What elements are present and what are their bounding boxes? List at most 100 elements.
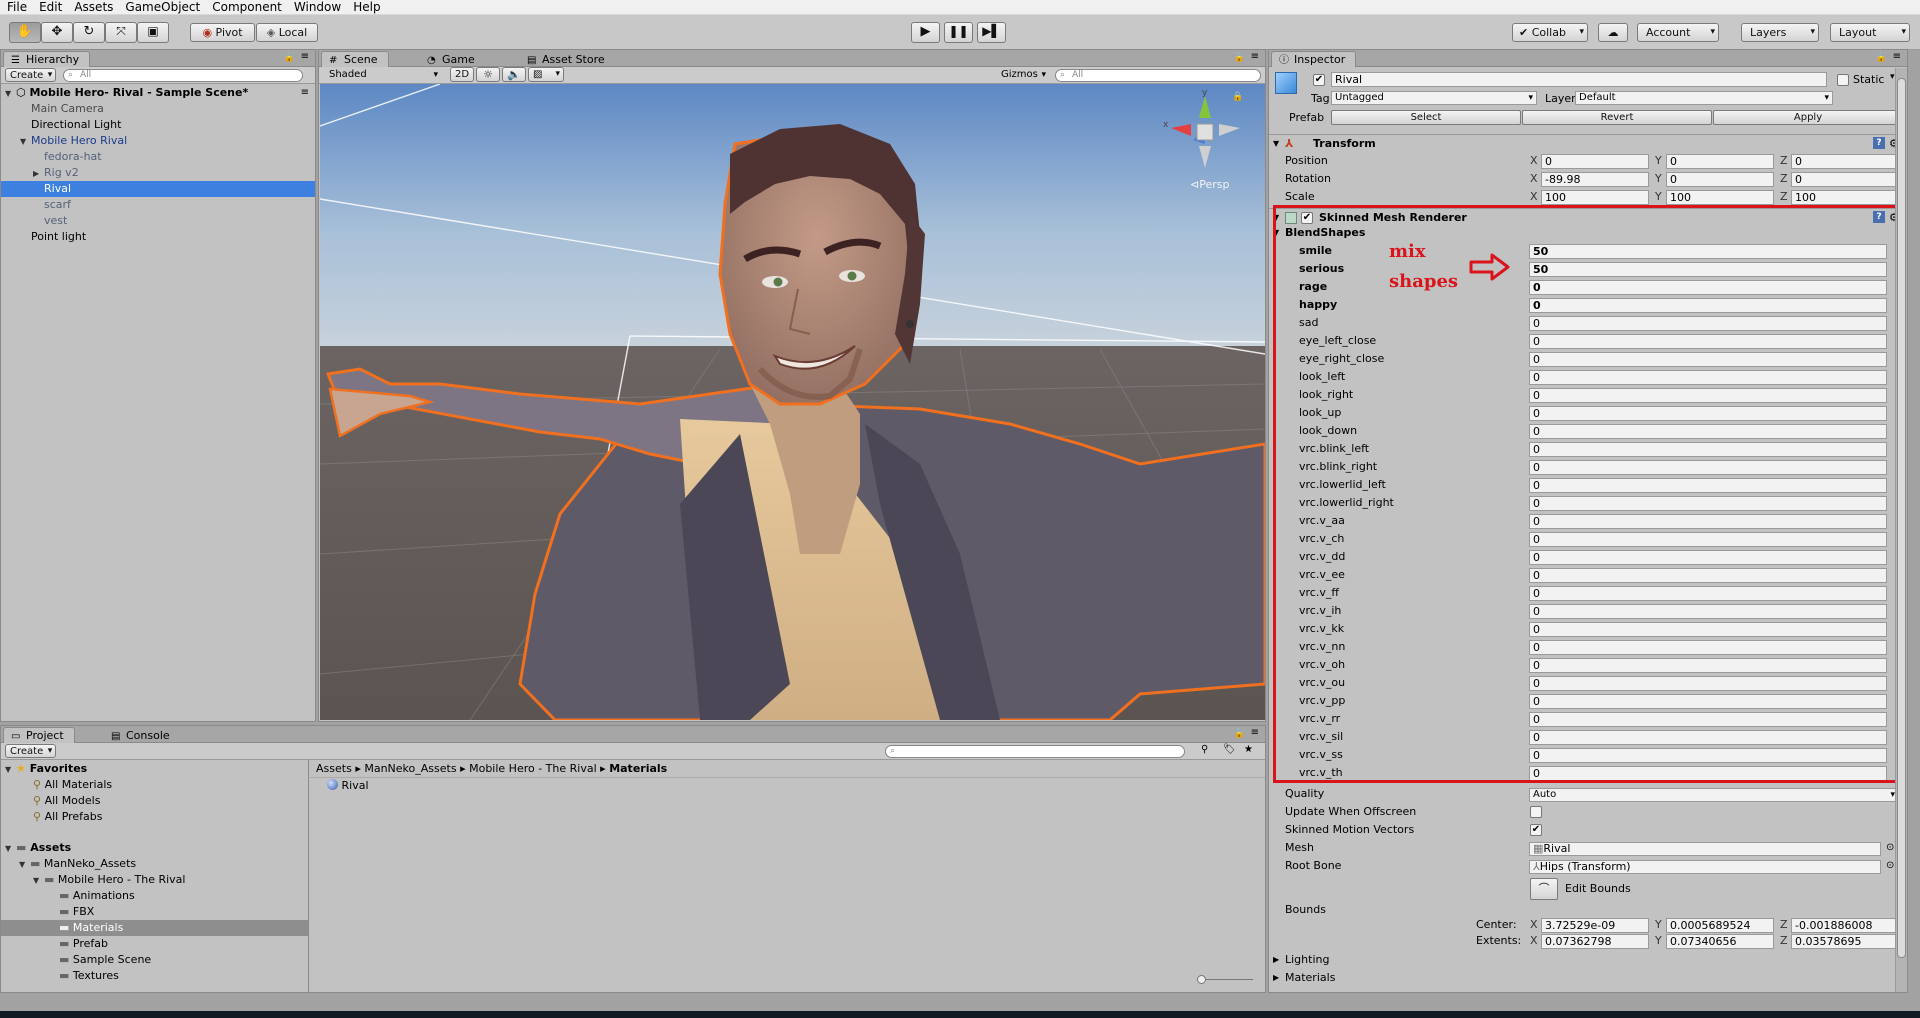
hierarchy-item-scarf[interactable]: scarf (44, 197, 71, 213)
shading-mode-dropdown[interactable]: Shaded (323, 67, 441, 83)
tab-inspector[interactable]: ⓘ Inspector (1271, 51, 1357, 67)
favorite-all-materials[interactable]: ⚲ All Materials (33, 777, 112, 793)
project-create-button[interactable]: Create (5, 744, 57, 758)
position-z[interactable]: 0 (1791, 154, 1899, 169)
quality-dropdown[interactable]: Auto (1529, 788, 1899, 802)
star-icon[interactable]: ★ (1244, 744, 1253, 755)
rotation-y[interactable]: 0 (1666, 172, 1774, 187)
hierarchy-search-input[interactable]: ⌕ All (63, 69, 303, 82)
materials-foldout[interactable]: ▶ Materials (1269, 969, 1907, 987)
lighting-toggle[interactable]: ☼ (476, 67, 500, 82)
move-tool-button[interactable]: ✥ (41, 22, 73, 43)
help-icon[interactable]: ? (1873, 137, 1885, 149)
asset-item-rival[interactable]: Rival (327, 778, 369, 794)
prefab-select-button[interactable]: Select (1331, 110, 1521, 125)
panel-menu-icon[interactable]: ≡ (301, 51, 309, 62)
tab-console[interactable]: ▤ Console (103, 727, 181, 743)
update-offscreen-checkbox[interactable] (1530, 806, 1542, 818)
static-dropdown-icon[interactable]: ▾ (1890, 72, 1895, 82)
folder-sample-scene[interactable]: ▬ Sample Scene (59, 952, 151, 968)
2d-toggle[interactable]: 2D (450, 67, 474, 82)
lighting-foldout[interactable]: ▶ Lighting (1269, 951, 1907, 969)
static-checkbox[interactable] (1837, 74, 1849, 86)
center-y[interactable]: 0.0005689524 (1666, 918, 1774, 933)
menu-help[interactable]: Help (346, 0, 385, 14)
folder-textures[interactable]: ▬ Textures (59, 968, 119, 984)
tab-project[interactable]: ▭ Project (3, 727, 75, 743)
favorite-all-prefabs[interactable]: ⚲ All Prefabs (33, 809, 103, 825)
rect-tool-button[interactable]: ▣ (137, 22, 169, 43)
orientation-gizmo[interactable]: y x (1163, 88, 1245, 172)
inspector-scrollbar[interactable] (1895, 68, 1907, 992)
inspector-scrollbar-thumb[interactable] (1897, 78, 1906, 958)
layers-dropdown[interactable]: Layers (1741, 23, 1819, 42)
lock-icon[interactable]: 🔒 (1234, 53, 1245, 63)
tag-dropdown[interactable]: Untagged (1331, 91, 1537, 105)
object-name-field[interactable]: Rival (1331, 72, 1827, 87)
transform-header[interactable]: ▼ ⅄ Transform ? ⚙ (1269, 134, 1907, 152)
extents-z[interactable]: 0.03578695 (1791, 934, 1899, 949)
mesh-field[interactable]: ▦Rival (1529, 842, 1881, 856)
menu-gameobject[interactable]: GameObject (118, 0, 205, 14)
hierarchy-item-rig-v2[interactable]: ▶ Rig v2 (33, 165, 79, 181)
scale-tool-button[interactable]: ⤧ (105, 22, 137, 43)
scene-root[interactable]: ▼ ⬡ Mobile Hero- Rival - Sample Scene* (5, 85, 313, 101)
projection-label[interactable]: ⊲Persp (1190, 178, 1229, 191)
hierarchy-item-directional-light[interactable]: Directional Light (31, 117, 121, 133)
rotation-z[interactable]: 0 (1791, 172, 1899, 187)
scene-viewport[interactable]: y x 🔒 ⊲Persp (320, 84, 1265, 720)
label-icon[interactable]: 🏷 (1223, 744, 1236, 755)
hand-tool-button[interactable]: ✋ (9, 22, 41, 43)
tab-asset-store[interactable]: ▤ Asset Store (519, 51, 616, 67)
rotate-tool-button[interactable]: ↻ (73, 22, 105, 43)
lock-icon[interactable]: 🔒 (1234, 729, 1245, 739)
motion-vectors-checkbox[interactable]: ✔ (1530, 824, 1542, 836)
folder-materials[interactable]: ▬ Materials (1, 920, 308, 936)
center-z[interactable]: -0.001886008 (1791, 918, 1899, 933)
layer-dropdown[interactable]: Default (1575, 91, 1833, 105)
assets-root[interactable]: ▼ ▬ Assets (5, 840, 71, 856)
breadcrumb-mobile-hero[interactable]: Mobile Hero - The Rival (469, 762, 597, 775)
scale-z[interactable]: 100 (1791, 190, 1899, 205)
hierarchy-item-vest[interactable]: vest (44, 213, 67, 229)
account-dropdown[interactable]: Account (1637, 23, 1719, 42)
hierarchy-item-fedora-hat[interactable]: fedora-hat (44, 149, 102, 165)
panel-menu-icon[interactable]: ≡ (1251, 727, 1259, 738)
favorites-root[interactable]: ▼ ★ Favorites (5, 761, 87, 777)
local-toggle[interactable]: ◈ Local (256, 23, 318, 42)
menu-component[interactable]: Component (205, 0, 287, 14)
rotation-x[interactable]: -89.98 (1541, 172, 1649, 187)
active-checkbox[interactable]: ✔ (1313, 74, 1325, 86)
folder-prefab[interactable]: ▬ Prefab (59, 936, 108, 952)
folder-manneko-assets[interactable]: ▼ ▬ ManNeko_Assets (19, 856, 136, 872)
effects-dropdown[interactable]: ▨ (528, 67, 564, 82)
tab-scene[interactable]: # Scene (321, 51, 389, 67)
zoom-slider-thumb[interactable] (1197, 975, 1206, 984)
cloud-button[interactable]: ☁ (1598, 23, 1628, 42)
collab-dropdown[interactable]: ✔ Collab (1512, 23, 1588, 42)
panel-menu-icon[interactable]: ≡ (1893, 51, 1901, 62)
prefab-apply-button[interactable]: Apply (1713, 110, 1903, 125)
breadcrumb-materials[interactable]: Materials (609, 762, 667, 775)
menu-file[interactable]: File (0, 0, 32, 14)
tab-game[interactable]: ◔ Game (419, 51, 486, 67)
lock-icon[interactable]: 🔒 (284, 53, 295, 63)
position-y[interactable]: 0 (1666, 154, 1774, 169)
object-picker-icon[interactable]: ⊙ (1886, 839, 1894, 857)
filter-type-icon[interactable]: ⚲ (1201, 744, 1208, 755)
hierarchy-item-rival[interactable]: Rival (1, 181, 315, 197)
edit-bounds-button[interactable]: ⌒ (1530, 878, 1558, 900)
folder-fbx[interactable]: ▬ FBX (59, 904, 94, 920)
center-x[interactable]: 3.72529e-09 (1541, 918, 1649, 933)
scale-y[interactable]: 100 (1666, 190, 1774, 205)
hierarchy-item-mobile-hero-rival[interactable]: ▼ Mobile Hero Rival (20, 133, 127, 149)
tab-hierarchy[interactable]: ☰ Hierarchy (3, 51, 91, 67)
extents-y[interactable]: 0.07340656 (1666, 934, 1774, 949)
pivot-toggle[interactable]: ◉ Pivot (190, 23, 255, 42)
hierarchy-item-main-camera[interactable]: Main Camera (31, 101, 104, 117)
menu-edit[interactable]: Edit (32, 0, 67, 14)
hierarchy-item-point-light[interactable]: Point light (31, 229, 86, 245)
lock-icon[interactable]: 🔒 (1876, 53, 1887, 63)
menu-window[interactable]: Window (287, 0, 346, 14)
project-search-input[interactable]: ⌕ (885, 745, 1185, 758)
